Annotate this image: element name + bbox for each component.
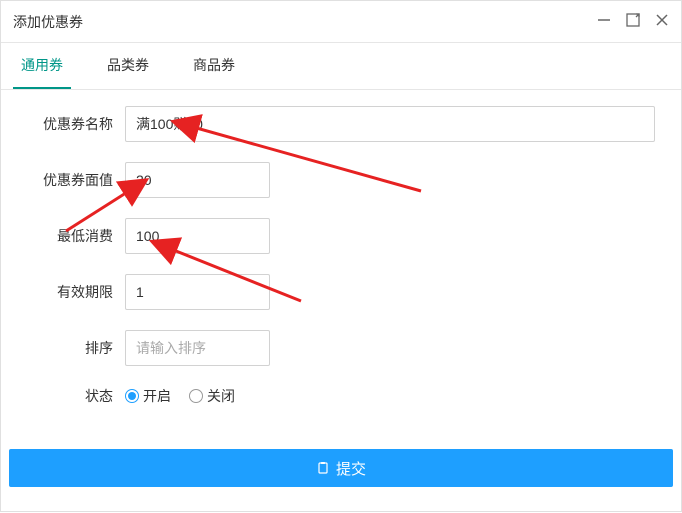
radio-label-close: 关闭 bbox=[207, 386, 235, 406]
dialog-title: 添加优惠券 bbox=[13, 12, 83, 32]
row-name: 优惠券名称 bbox=[13, 106, 669, 142]
row-sort: 排序 bbox=[13, 330, 669, 366]
radio-close[interactable] bbox=[189, 389, 203, 403]
submit-button[interactable]: 提交 bbox=[9, 449, 673, 487]
row-status: 状态 开启 关闭 bbox=[13, 386, 669, 406]
form: 优惠券名称 优惠券面值 最低消费 有效期限 排序 状态 开启 bbox=[1, 90, 681, 434]
radio-item-close[interactable]: 关闭 bbox=[189, 386, 235, 406]
label-min-spend: 最低消费 bbox=[13, 226, 125, 246]
label-status: 状态 bbox=[13, 386, 125, 406]
input-min-spend[interactable] bbox=[125, 218, 270, 254]
input-sort[interactable] bbox=[125, 330, 270, 366]
add-coupon-dialog: 添加优惠券 通用券 品类券 商品券 优惠券名称 优惠券面值 最低消费 bbox=[0, 0, 682, 512]
maximize-icon[interactable] bbox=[625, 12, 641, 32]
tab-product[interactable]: 商品券 bbox=[185, 43, 243, 89]
submit-bar: 提交 bbox=[9, 449, 673, 487]
status-radio-group: 开启 关闭 bbox=[125, 386, 235, 406]
input-validity[interactable] bbox=[125, 274, 270, 310]
label-face-value: 优惠券面值 bbox=[13, 170, 125, 190]
row-validity: 有效期限 bbox=[13, 274, 669, 310]
label-name: 优惠券名称 bbox=[13, 114, 125, 134]
row-face-value: 优惠券面值 bbox=[13, 162, 669, 198]
row-min-spend: 最低消费 bbox=[13, 218, 669, 254]
close-icon[interactable] bbox=[655, 13, 669, 31]
input-coupon-name[interactable] bbox=[125, 106, 655, 142]
tab-category[interactable]: 品类券 bbox=[99, 43, 157, 89]
submit-label: 提交 bbox=[336, 458, 366, 479]
label-sort: 排序 bbox=[13, 338, 125, 358]
minimize-icon[interactable] bbox=[597, 13, 611, 31]
title-bar: 添加优惠券 bbox=[1, 1, 681, 43]
clipboard-icon bbox=[316, 461, 330, 475]
tabs: 通用券 品类券 商品券 bbox=[1, 43, 681, 90]
radio-open[interactable] bbox=[125, 389, 139, 403]
window-controls bbox=[597, 12, 669, 32]
tab-general[interactable]: 通用券 bbox=[13, 43, 71, 89]
label-validity: 有效期限 bbox=[13, 282, 125, 302]
input-face-value[interactable] bbox=[125, 162, 270, 198]
radio-item-open[interactable]: 开启 bbox=[125, 386, 171, 406]
radio-label-open: 开启 bbox=[143, 386, 171, 406]
